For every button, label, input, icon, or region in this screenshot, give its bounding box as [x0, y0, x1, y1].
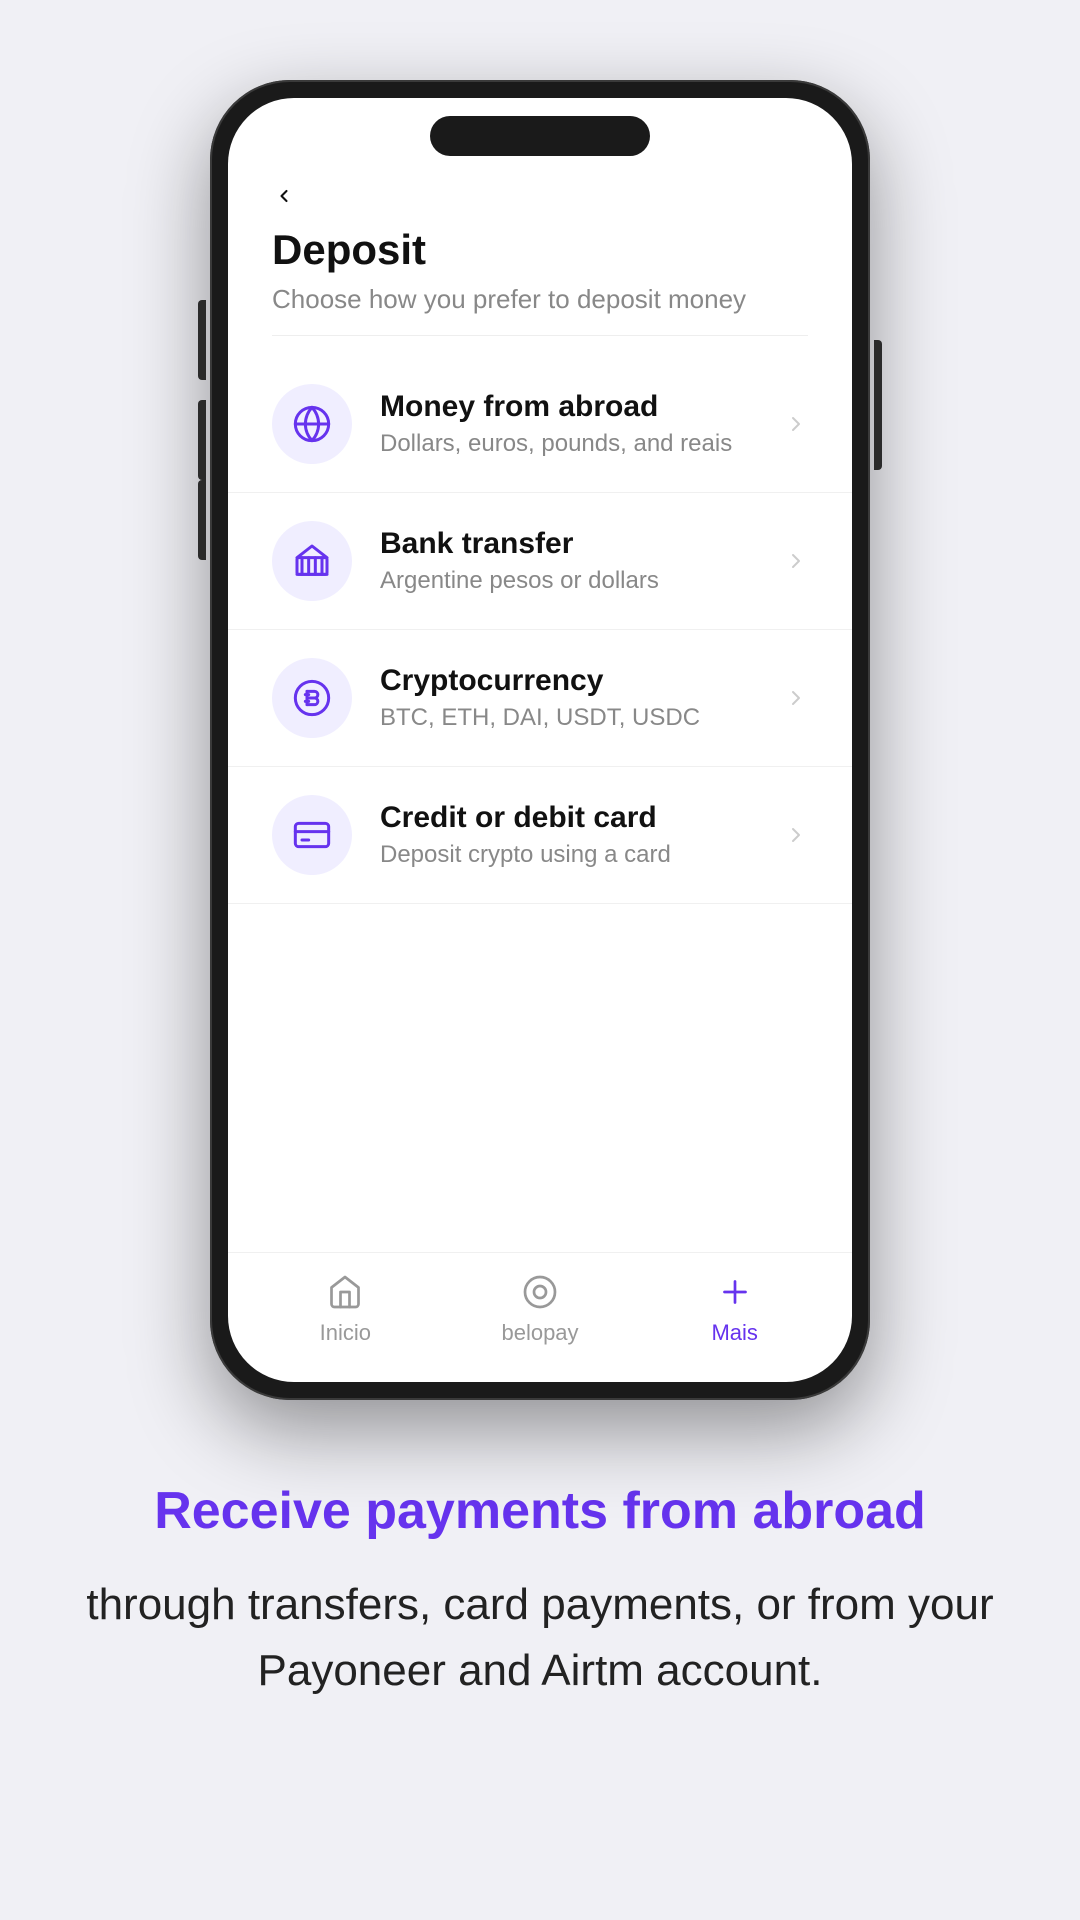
nav-item-inicio[interactable]: Inicio [248, 1270, 443, 1346]
credit-card-icon [292, 815, 332, 855]
back-arrow-icon [272, 184, 296, 208]
back-button[interactable] [272, 184, 808, 208]
bank-icon [292, 541, 332, 581]
money-abroad-title: Money from abroad [380, 390, 756, 424]
money-abroad-text: Money from abroad Dollars, euros, pounds… [380, 390, 756, 458]
credit-card-chevron [784, 823, 808, 847]
money-abroad-icon-wrapper [272, 384, 352, 464]
bank-transfer-desc: Argentine pesos or dollars [380, 567, 756, 595]
home-icon [323, 1270, 367, 1314]
phone-screen: Deposit Choose how you prefer to deposit… [228, 98, 852, 1382]
credit-card-title: Credit or debit card [380, 801, 756, 835]
app-content: Deposit Choose how you prefer to deposit… [228, 156, 852, 1382]
belopay-icon [518, 1270, 562, 1314]
phone-wrapper: Deposit Choose how you prefer to deposit… [210, 80, 870, 1400]
bottom-headline: Receive payments from abroad [80, 1480, 1000, 1542]
menu-item-credit-card[interactable]: Credit or debit card Deposit crypto usin… [228, 767, 852, 904]
menu-item-money-abroad[interactable]: Money from abroad Dollars, euros, pounds… [228, 356, 852, 493]
money-abroad-desc: Dollars, euros, pounds, and reais [380, 430, 756, 458]
globe-icon [292, 404, 332, 444]
menu-item-cryptocurrency[interactable]: Cryptocurrency BTC, ETH, DAI, USDT, USDC [228, 630, 852, 767]
bank-transfer-title: Bank transfer [380, 527, 756, 561]
dynamic-island [430, 116, 650, 156]
page-subtitle: Choose how you prefer to deposit money [272, 284, 808, 315]
credit-card-text: Credit or debit card Deposit crypto usin… [380, 801, 756, 869]
credit-card-icon-wrapper [272, 795, 352, 875]
bank-transfer-text: Bank transfer Argentine pesos or dollars [380, 527, 756, 595]
cryptocurrency-desc: BTC, ETH, DAI, USDT, USDC [380, 704, 756, 732]
nav-label-belopay: belopay [501, 1320, 578, 1346]
header-divider [272, 335, 808, 336]
bank-transfer-icon-wrapper [272, 521, 352, 601]
header: Deposit Choose how you prefer to deposit… [228, 156, 852, 346]
credit-card-desc: Deposit crypto using a card [380, 841, 756, 869]
page-title: Deposit [272, 226, 808, 274]
bitcoin-icon [292, 678, 332, 718]
cryptocurrency-chevron [784, 686, 808, 710]
mais-icon [713, 1270, 757, 1314]
menu-item-bank-transfer[interactable]: Bank transfer Argentine pesos or dollars [228, 493, 852, 630]
cryptocurrency-title: Cryptocurrency [380, 664, 756, 698]
cryptocurrency-icon-wrapper [272, 658, 352, 738]
cryptocurrency-text: Cryptocurrency BTC, ETH, DAI, USDT, USDC [380, 664, 756, 732]
menu-list: Money from abroad Dollars, euros, pounds… [228, 346, 852, 1252]
nav-label-mais: Mais [711, 1320, 757, 1346]
bottom-body: through transfers, card payments, or fro… [80, 1572, 1000, 1704]
bank-transfer-chevron [784, 549, 808, 573]
bottom-nav: Inicio belopay [228, 1252, 852, 1382]
money-abroad-chevron [784, 412, 808, 436]
nav-item-belopay[interactable]: belopay [443, 1270, 638, 1346]
bottom-text-section: Receive payments from abroad through tra… [0, 1480, 1080, 1804]
phone-shell: Deposit Choose how you prefer to deposit… [210, 80, 870, 1400]
nav-label-inicio: Inicio [320, 1320, 371, 1346]
nav-item-mais[interactable]: Mais [637, 1270, 832, 1346]
